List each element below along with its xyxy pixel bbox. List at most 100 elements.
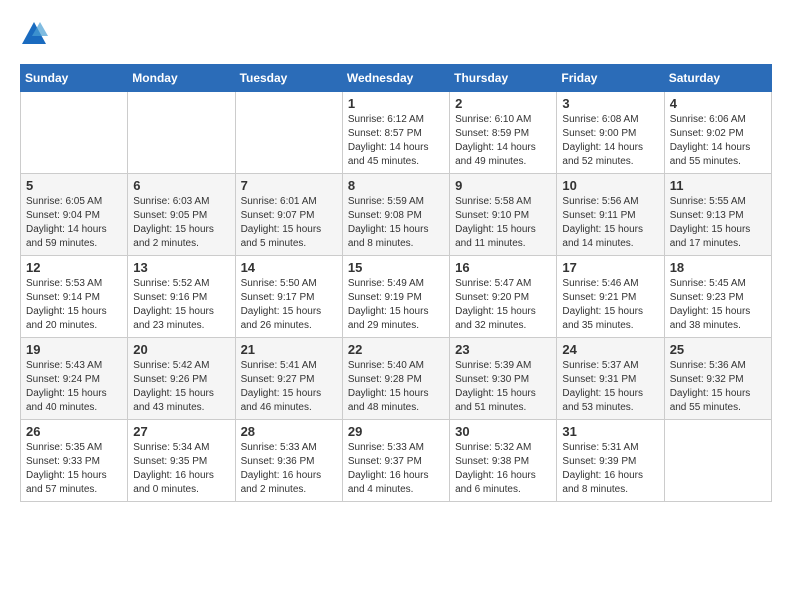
day-info: Sunrise: 5:36 AM Sunset: 9:32 PM Dayligh… [670, 359, 766, 415]
calendar-week-2: 5 Sunrise: 6:05 AM Sunset: 9:04 PM Daylig… [21, 174, 772, 256]
calendar-cell [235, 92, 342, 174]
day-info: Sunrise: 5:58 AM Sunset: 9:10 PM Dayligh… [455, 195, 551, 251]
day-info: Sunrise: 5:47 AM Sunset: 9:20 PM Dayligh… [455, 277, 551, 333]
day-number: 8 [348, 178, 444, 193]
day-number: 5 [26, 178, 122, 193]
calendar-cell: 27 Sunrise: 5:34 AM Sunset: 9:35 PM Dayli… [128, 420, 235, 502]
calendar-cell: 15 Sunrise: 5:49 AM Sunset: 9:19 PM Dayli… [342, 256, 449, 338]
day-info: Sunrise: 6:05 AM Sunset: 9:04 PM Dayligh… [26, 195, 122, 251]
header-day-sunday: Sunday [21, 65, 128, 92]
calendar-cell: 20 Sunrise: 5:42 AM Sunset: 9:26 PM Dayli… [128, 338, 235, 420]
day-info: Sunrise: 5:35 AM Sunset: 9:33 PM Dayligh… [26, 441, 122, 497]
calendar-cell [128, 92, 235, 174]
day-number: 22 [348, 342, 444, 357]
day-number: 30 [455, 424, 551, 439]
day-number: 20 [133, 342, 229, 357]
calendar-header: SundayMondayTuesdayWednesdayThursdayFrid… [21, 65, 772, 92]
calendar-cell [21, 92, 128, 174]
day-info: Sunrise: 5:42 AM Sunset: 9:26 PM Dayligh… [133, 359, 229, 415]
day-info: Sunrise: 5:31 AM Sunset: 9:39 PM Dayligh… [562, 441, 658, 497]
calendar-cell: 18 Sunrise: 5:45 AM Sunset: 9:23 PM Dayli… [664, 256, 771, 338]
calendar-cell: 7 Sunrise: 6:01 AM Sunset: 9:07 PM Daylig… [235, 174, 342, 256]
day-number: 1 [348, 96, 444, 111]
calendar-table: SundayMondayTuesdayWednesdayThursdayFrid… [20, 64, 772, 502]
header-day-saturday: Saturday [664, 65, 771, 92]
day-number: 13 [133, 260, 229, 275]
calendar-cell: 22Sunrise: 5:40 AM Sunset: 9:28 PM Dayli… [342, 338, 449, 420]
day-number: 23 [455, 342, 551, 357]
logo [20, 20, 52, 48]
day-info: Sunrise: 5:34 AM Sunset: 9:35 PM Dayligh… [133, 441, 229, 497]
day-info: Sunrise: 5:53 AM Sunset: 9:14 PM Dayligh… [26, 277, 122, 333]
calendar-cell: 23 Sunrise: 5:39 AM Sunset: 9:30 PM Dayli… [450, 338, 557, 420]
day-number: 28 [241, 424, 337, 439]
day-number: 7 [241, 178, 337, 193]
day-info: Sunrise: 5:59 AM Sunset: 9:08 PM Dayligh… [348, 195, 444, 251]
day-info: Sunrise: 5:46 AM Sunset: 9:21 PM Dayligh… [562, 277, 658, 333]
day-info: Sunrise: 5:33 AM Sunset: 9:37 PM Dayligh… [348, 441, 444, 497]
calendar-cell: 9 Sunrise: 5:58 AM Sunset: 9:10 PM Daylig… [450, 174, 557, 256]
day-info: Sunrise: 5:32 AM Sunset: 9:38 PM Dayligh… [455, 441, 551, 497]
calendar-cell: 17 Sunrise: 5:46 AM Sunset: 9:21 PM Dayli… [557, 256, 664, 338]
header-row: SundayMondayTuesdayWednesdayThursdayFrid… [21, 65, 772, 92]
day-info: Sunrise: 5:50 AM Sunset: 9:17 PM Dayligh… [241, 277, 337, 333]
day-number: 18 [670, 260, 766, 275]
calendar-cell: 21Sunrise: 5:41 AM Sunset: 9:27 PM Dayli… [235, 338, 342, 420]
day-info: Sunrise: 6:08 AM Sunset: 9:00 PM Dayligh… [562, 113, 658, 169]
calendar-body: 1Sunrise: 6:12 AM Sunset: 8:57 PM Daylig… [21, 92, 772, 502]
calendar-cell: 10Sunrise: 5:56 AM Sunset: 9:11 PM Dayli… [557, 174, 664, 256]
day-number: 17 [562, 260, 658, 275]
calendar-week-4: 19 Sunrise: 5:43 AM Sunset: 9:24 PM Dayli… [21, 338, 772, 420]
calendar-cell: 8 Sunrise: 5:59 AM Sunset: 9:08 PM Daylig… [342, 174, 449, 256]
day-number: 6 [133, 178, 229, 193]
calendar-cell: 31 Sunrise: 5:31 AM Sunset: 9:39 PM Dayli… [557, 420, 664, 502]
calendar-cell: 13 Sunrise: 5:52 AM Sunset: 9:16 PM Dayli… [128, 256, 235, 338]
day-info: Sunrise: 5:49 AM Sunset: 9:19 PM Dayligh… [348, 277, 444, 333]
day-number: 16 [455, 260, 551, 275]
header-day-monday: Monday [128, 65, 235, 92]
day-info: Sunrise: 5:39 AM Sunset: 9:30 PM Dayligh… [455, 359, 551, 415]
day-info: Sunrise: 6:06 AM Sunset: 9:02 PM Dayligh… [670, 113, 766, 169]
day-info: Sunrise: 5:45 AM Sunset: 9:23 PM Dayligh… [670, 277, 766, 333]
day-number: 25 [670, 342, 766, 357]
day-number: 14 [241, 260, 337, 275]
calendar-cell: 5 Sunrise: 6:05 AM Sunset: 9:04 PM Daylig… [21, 174, 128, 256]
calendar-cell: 25 Sunrise: 5:36 AM Sunset: 9:32 PM Dayli… [664, 338, 771, 420]
header-day-thursday: Thursday [450, 65, 557, 92]
day-number: 9 [455, 178, 551, 193]
day-number: 29 [348, 424, 444, 439]
calendar-week-1: 1Sunrise: 6:12 AM Sunset: 8:57 PM Daylig… [21, 92, 772, 174]
day-number: 11 [670, 178, 766, 193]
day-info: Sunrise: 6:10 AM Sunset: 8:59 PM Dayligh… [455, 113, 551, 169]
calendar-cell: 14 Sunrise: 5:50 AM Sunset: 9:17 PM Dayli… [235, 256, 342, 338]
calendar-cell: 30 Sunrise: 5:32 AM Sunset: 9:38 PM Dayli… [450, 420, 557, 502]
day-number: 15 [348, 260, 444, 275]
day-number: 24 [562, 342, 658, 357]
calendar-cell: 4Sunrise: 6:06 AM Sunset: 9:02 PM Daylig… [664, 92, 771, 174]
day-number: 31 [562, 424, 658, 439]
day-info: Sunrise: 5:52 AM Sunset: 9:16 PM Dayligh… [133, 277, 229, 333]
day-number: 10 [562, 178, 658, 193]
header-day-tuesday: Tuesday [235, 65, 342, 92]
day-info: Sunrise: 6:01 AM Sunset: 9:07 PM Dayligh… [241, 195, 337, 251]
calendar-cell: 6Sunrise: 6:03 AM Sunset: 9:05 PM Daylig… [128, 174, 235, 256]
calendar-cell: 19 Sunrise: 5:43 AM Sunset: 9:24 PM Dayli… [21, 338, 128, 420]
day-number: 27 [133, 424, 229, 439]
calendar-cell: 2Sunrise: 6:10 AM Sunset: 8:59 PM Daylig… [450, 92, 557, 174]
day-info: Sunrise: 5:41 AM Sunset: 9:27 PM Dayligh… [241, 359, 337, 415]
day-info: Sunrise: 5:55 AM Sunset: 9:13 PM Dayligh… [670, 195, 766, 251]
calendar-cell: 11 Sunrise: 5:55 AM Sunset: 9:13 PM Dayli… [664, 174, 771, 256]
calendar-cell: 26 Sunrise: 5:35 AM Sunset: 9:33 PM Dayli… [21, 420, 128, 502]
calendar-cell: 3 Sunrise: 6:08 AM Sunset: 9:00 PM Daylig… [557, 92, 664, 174]
day-number: 12 [26, 260, 122, 275]
day-number: 19 [26, 342, 122, 357]
day-info: Sunrise: 5:37 AM Sunset: 9:31 PM Dayligh… [562, 359, 658, 415]
day-number: 26 [26, 424, 122, 439]
day-info: Sunrise: 5:33 AM Sunset: 9:36 PM Dayligh… [241, 441, 337, 497]
day-info: Sunrise: 5:43 AM Sunset: 9:24 PM Dayligh… [26, 359, 122, 415]
page-header [20, 20, 772, 48]
calendar-cell: 28 Sunrise: 5:33 AM Sunset: 9:36 PM Dayli… [235, 420, 342, 502]
logo-icon [20, 20, 48, 48]
day-number: 3 [562, 96, 658, 111]
calendar-cell [664, 420, 771, 502]
